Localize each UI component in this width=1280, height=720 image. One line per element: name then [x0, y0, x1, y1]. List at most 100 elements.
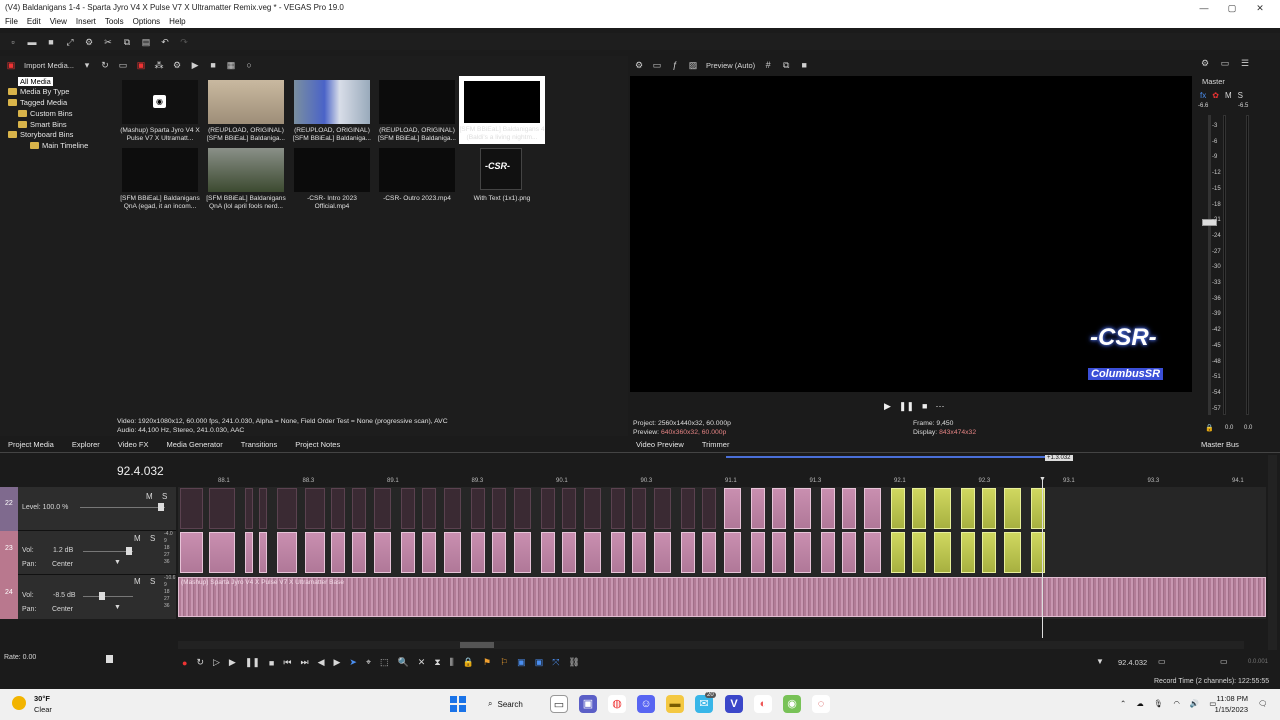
master-menu-icon[interactable]: ▭: [1220, 58, 1230, 68]
master-lock-icon[interactable]: 🔒: [1205, 424, 1214, 432]
maximize-button[interactable]: ▢: [1226, 2, 1238, 14]
tab-video-fx[interactable]: Video FX: [118, 440, 149, 449]
tree-storyboard-bins[interactable]: Storyboard Bins: [8, 130, 73, 139]
selection-tool-icon[interactable]: ⬚: [380, 657, 389, 668]
video-clip[interactable]: [864, 532, 881, 573]
copy-icon[interactable]: ⧉: [122, 37, 132, 47]
video-clip[interactable]: [374, 488, 391, 529]
clock-date[interactable]: 1/15/2023: [1214, 705, 1248, 714]
tree-tagged-media[interactable]: Tagged Media: [8, 98, 67, 107]
views-icon[interactable]: ▦: [226, 60, 236, 70]
video-clip[interactable]: [702, 488, 716, 529]
play-media-icon[interactable]: ▶: [190, 60, 200, 70]
open-folder-icon[interactable]: ▬: [27, 37, 37, 47]
microphone-icon[interactable]: 🎙: [1154, 699, 1164, 708]
pan-slider-handle[interactable]: ▼: [114, 604, 121, 611]
video-clip[interactable]: [245, 532, 253, 573]
marker-icon[interactable]: ⚑: [483, 657, 491, 668]
track-header-23[interactable]: 23 Vol: 1.2 dB Pan: Center M S ▼ -4.0 9 18…: [0, 531, 176, 575]
app-icon-browser[interactable]: ◌: [812, 695, 830, 713]
menu-file[interactable]: File: [5, 16, 18, 28]
playhead-marker-icon[interactable]: ▼: [1039, 476, 1046, 483]
task-view-icon[interactable]: ▭: [550, 695, 568, 713]
new-file-icon[interactable]: ▫: [8, 37, 18, 47]
video-clip[interactable]: [681, 488, 695, 529]
delete-icon[interactable]: ✕: [418, 657, 426, 668]
video-clip[interactable]: [982, 488, 996, 529]
video-clip[interactable]: [305, 488, 325, 529]
video-clip[interactable]: [444, 488, 461, 529]
preview-stop-icon[interactable]: ■: [922, 401, 927, 412]
go-to-start-icon[interactable]: ⏮: [283, 657, 291, 668]
pause-icon[interactable]: ❚❚: [245, 657, 260, 668]
teams-chat-icon[interactable]: ▣: [579, 695, 597, 713]
video-clip[interactable]: [611, 488, 625, 529]
video-clip[interactable]: [1004, 488, 1021, 529]
video-clip[interactable]: [821, 532, 835, 573]
undo-icon[interactable]: ↶: [160, 37, 170, 47]
tab-media-generator[interactable]: Media Generator: [167, 440, 223, 449]
search-icon[interactable]: ○: [244, 60, 254, 70]
video-clip[interactable]: [751, 532, 765, 573]
track-solo-button[interactable]: S: [150, 534, 155, 543]
menu-insert[interactable]: Insert: [76, 16, 96, 28]
vol-slider-handle[interactable]: [99, 592, 105, 600]
minimize-button[interactable]: —: [1198, 2, 1210, 14]
get-media-icon[interactable]: ↻: [100, 60, 110, 70]
tab-explorer[interactable]: Explorer: [72, 440, 100, 449]
weather-moon-icon[interactable]: [12, 696, 26, 710]
track-mute-button[interactable]: M: [134, 577, 141, 586]
video-clip[interactable]: [259, 488, 267, 529]
loop-playback-icon[interactable]: ↻: [196, 657, 204, 668]
auto-ripple-icon[interactable]: ▣: [535, 657, 544, 668]
zoom-tool-icon[interactable]: 🔍: [398, 657, 409, 668]
preview-more-icon[interactable]: ⋯: [935, 401, 944, 412]
pan-slider-handle[interactable]: ▼: [114, 559, 121, 566]
save-icon[interactable]: ■: [46, 37, 56, 47]
video-clip[interactable]: [471, 488, 485, 529]
video-clip[interactable]: [492, 488, 506, 529]
weather-desc[interactable]: Clear: [34, 705, 52, 714]
media-thumb-mashup[interactable]: ◉: [122, 80, 198, 124]
close-button[interactable]: ✕: [1254, 2, 1266, 14]
preview-pause-icon[interactable]: ❚❚: [899, 401, 914, 412]
loop-region-bar[interactable]: [726, 456, 1046, 458]
discord-icon[interactable]: ☺: [637, 695, 655, 713]
menu-help[interactable]: Help: [169, 16, 185, 28]
app-icon-green[interactable]: ◉: [783, 695, 801, 713]
go-to-end-icon[interactable]: ⏭: [300, 657, 308, 668]
media-thumb-reupload-2[interactable]: [294, 80, 370, 124]
video-clip[interactable]: [961, 532, 975, 573]
menu-tools[interactable]: Tools: [105, 16, 124, 28]
record-icon[interactable]: ●: [182, 658, 187, 668]
play-icon[interactable]: ▶: [229, 657, 236, 668]
properties-gear-icon[interactable]: ⚙: [84, 37, 94, 47]
cloud-icon[interactable]: ☁: [1136, 699, 1144, 708]
video-clip[interactable]: [821, 488, 835, 529]
video-fx-icon[interactable]: ƒ: [670, 60, 680, 70]
master-list-icon[interactable]: ☰: [1240, 58, 1250, 68]
video-clip[interactable]: [374, 532, 391, 573]
video-clip[interactable]: [724, 488, 741, 529]
clock-time[interactable]: 11:08 PM: [1216, 694, 1248, 703]
tab-project-media[interactable]: Project Media: [8, 440, 54, 449]
normal-edit-tool-icon[interactable]: ➤: [349, 657, 357, 668]
video-clip[interactable]: [180, 488, 203, 529]
media-thumb-csr-outro[interactable]: [379, 148, 455, 192]
video-clip[interactable]: [794, 488, 811, 529]
video-clip[interactable]: [277, 532, 297, 573]
vol-slider-handle[interactable]: [126, 547, 132, 555]
video-clip[interactable]: [492, 532, 506, 573]
video-clip[interactable]: [562, 532, 576, 573]
video-clip[interactable]: [891, 532, 905, 573]
video-clip[interactable]: [305, 532, 325, 573]
tab-video-preview[interactable]: Video Preview: [636, 440, 684, 449]
video-clip[interactable]: [352, 532, 366, 573]
show-hidden-icons-icon[interactable]: ⌃: [1120, 699, 1126, 708]
prev-frame-icon[interactable]: ◀: [318, 657, 325, 668]
preview-play-icon[interactable]: ▶: [884, 401, 891, 412]
video-clip[interactable]: [331, 532, 345, 573]
master-settings-gear-icon[interactable]: ⚙: [1200, 58, 1210, 68]
video-clip[interactable]: [471, 532, 485, 573]
timeline-h-scrollbar[interactable]: [178, 641, 1244, 649]
